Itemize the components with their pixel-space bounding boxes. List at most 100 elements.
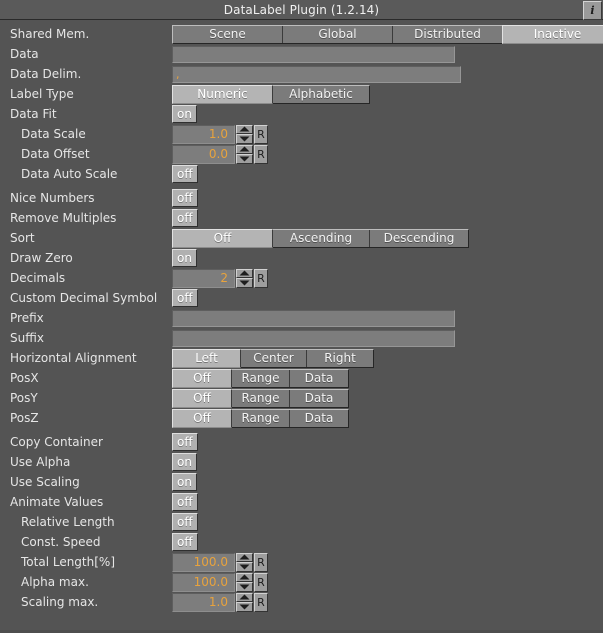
chevron-down-icon[interactable] bbox=[236, 278, 253, 288]
segmented-group-shared-mem: Scene Global Distributed Inactive bbox=[172, 24, 603, 44]
option-sort-off[interactable]: Off bbox=[172, 228, 273, 248]
chevron-down-icon[interactable] bbox=[236, 134, 253, 144]
spinner-value-scaling-max[interactable]: 1.0 bbox=[172, 592, 235, 612]
reset-button-decimals[interactable]: R bbox=[254, 268, 268, 288]
reset-button-data-scale[interactable]: R bbox=[254, 124, 268, 144]
option-sort-descending[interactable]: Descending bbox=[370, 229, 468, 247]
reset-button-data-offset[interactable]: R bbox=[254, 144, 268, 164]
spinner-data-offset: 0.0 R bbox=[172, 144, 268, 164]
option-posx-data[interactable]: Data bbox=[290, 369, 348, 387]
chevron-down-icon[interactable] bbox=[236, 582, 253, 592]
setting-control-decimals: 2R bbox=[172, 268, 268, 288]
setting-label-remove-multiples: Remove Multiples bbox=[10, 211, 117, 225]
setting-row-data: Data bbox=[0, 44, 603, 64]
toggle-copy-container[interactable]: off bbox=[172, 433, 198, 451]
setting-row-relative-length: Relative Length off bbox=[0, 512, 603, 532]
setting-control-custom-decimal-symbol: off bbox=[172, 289, 198, 307]
setting-label-horizontal-alignment: Horizontal Alignment bbox=[10, 351, 137, 365]
chevron-up-icon[interactable] bbox=[236, 144, 253, 154]
setting-control-nice-numbers: off bbox=[172, 189, 198, 207]
window-titlebar: DataLabel Plugin (1.2.14) i bbox=[0, 0, 603, 20]
setting-row-posz: PosZ Off Range Data bbox=[0, 408, 603, 428]
info-icon[interactable]: i bbox=[583, 1, 602, 20]
option-shared-mem-scene[interactable]: Scene bbox=[173, 25, 283, 43]
toggle-custom-decimal-symbol[interactable]: off bbox=[172, 289, 198, 307]
setting-control-const-speed: off bbox=[172, 533, 198, 551]
chevron-up-icon[interactable] bbox=[236, 124, 253, 134]
chevron-up-icon[interactable] bbox=[236, 552, 253, 562]
reset-button-total-length[interactable]: R bbox=[254, 552, 268, 572]
setting-control-relative-length: off bbox=[172, 513, 198, 531]
reset-button-alpha-max[interactable]: R bbox=[254, 572, 268, 592]
spinner-value-decimals[interactable]: 2 bbox=[172, 268, 235, 288]
setting-row-data-fit: Data Fit on bbox=[0, 104, 603, 124]
setting-row-label-type: Label Type Numeric Alphabetic bbox=[0, 84, 603, 104]
toggle-const-speed[interactable]: off bbox=[172, 533, 198, 551]
option-shared-mem-distributed[interactable]: Distributed bbox=[393, 25, 503, 43]
option-label-type-alphabetic[interactable]: Alphabetic bbox=[273, 85, 369, 103]
toggle-animate-values[interactable]: off bbox=[172, 493, 198, 511]
option-posy-off[interactable]: Off bbox=[172, 388, 232, 408]
setting-label-suffix: Suffix bbox=[10, 331, 44, 345]
setting-label-data-offset: Data Offset bbox=[21, 147, 90, 161]
spinner-arrows-data-offset bbox=[236, 144, 253, 164]
toggle-data-auto-scale[interactable]: off bbox=[172, 165, 198, 183]
option-posx-off[interactable]: Off bbox=[172, 368, 232, 388]
setting-row-alpha-max: Alpha max. 100.0 R bbox=[0, 572, 603, 592]
setting-control-data-fit: on bbox=[172, 105, 197, 123]
reset-button-scaling-max[interactable]: R bbox=[254, 592, 268, 612]
toggle-data-fit[interactable]: on bbox=[172, 105, 197, 123]
setting-control-data-auto-scale: off bbox=[172, 165, 198, 183]
setting-row-animate-values: Animate Values off bbox=[0, 492, 603, 512]
option-posz-data[interactable]: Data bbox=[290, 409, 348, 427]
setting-control-scaling-max: 1.0 R bbox=[172, 592, 268, 612]
option-shared-mem-global[interactable]: Global bbox=[283, 25, 393, 43]
plugin-settings-panel: Shared Mem. Scene Global Distributed Inactiv… bbox=[0, 20, 603, 630]
option-horizontal-alignment-center[interactable]: Center bbox=[241, 349, 307, 367]
setting-control-remove-multiples: off bbox=[172, 209, 198, 227]
option-sort-ascending[interactable]: Ascending bbox=[273, 229, 370, 247]
option-posy-range[interactable]: Range bbox=[232, 389, 290, 407]
text-input-suffix[interactable] bbox=[172, 329, 455, 347]
chevron-down-icon[interactable] bbox=[236, 562, 253, 572]
toggle-relative-length[interactable]: off bbox=[172, 513, 198, 531]
setting-row-posx: PosX Off Range Data bbox=[0, 368, 603, 388]
text-input-data[interactable] bbox=[172, 45, 455, 63]
toggle-use-alpha[interactable]: on bbox=[172, 453, 197, 471]
chevron-up-icon[interactable] bbox=[236, 572, 253, 582]
setting-control-data bbox=[172, 45, 455, 63]
segmented-group-posy: Off Range Data bbox=[172, 388, 349, 408]
setting-row-remove-multiples: Remove Multiples off bbox=[0, 208, 603, 228]
option-horizontal-alignment-left[interactable]: Left bbox=[172, 348, 241, 368]
setting-row-shared-mem: Shared Mem. Scene Global Distributed Inactiv… bbox=[0, 24, 603, 44]
chevron-up-icon[interactable] bbox=[236, 592, 253, 602]
text-input-data-delim[interactable]: , bbox=[172, 65, 461, 83]
text-input-prefix[interactable] bbox=[172, 309, 455, 327]
setting-label-data-auto-scale: Data Auto Scale bbox=[21, 167, 118, 181]
setting-row-const-speed: Const. Speed off bbox=[0, 532, 603, 552]
option-label-type-numeric[interactable]: Numeric bbox=[172, 84, 273, 104]
option-shared-mem-inactive[interactable]: Inactive bbox=[502, 24, 603, 44]
setting-control-shared-mem: Scene Global Distributed Inactive bbox=[172, 24, 603, 44]
spinner-value-total-length[interactable]: 100.0 bbox=[172, 552, 235, 572]
spinner-value-data-offset[interactable]: 0.0 bbox=[172, 144, 235, 164]
window-title: DataLabel Plugin (1.2.14) bbox=[223, 2, 380, 17]
toggle-nice-numbers[interactable]: off bbox=[172, 189, 198, 207]
toggle-draw-zero[interactable]: on bbox=[172, 249, 197, 267]
chevron-up-icon[interactable] bbox=[236, 268, 253, 278]
option-posy-data[interactable]: Data bbox=[290, 389, 348, 407]
spinner-decimals: 2R bbox=[172, 268, 268, 288]
spinner-data-scale: 1.0 R bbox=[172, 124, 268, 144]
setting-control-horizontal-alignment: Left Center Right bbox=[172, 348, 374, 368]
option-posz-off[interactable]: Off bbox=[172, 408, 232, 428]
chevron-down-icon[interactable] bbox=[236, 154, 253, 164]
spinner-value-data-scale[interactable]: 1.0 bbox=[172, 124, 235, 144]
option-horizontal-alignment-right[interactable]: Right bbox=[307, 349, 373, 367]
toggle-remove-multiples[interactable]: off bbox=[172, 209, 198, 227]
spinner-value-alpha-max[interactable]: 100.0 bbox=[172, 572, 235, 592]
chevron-down-icon[interactable] bbox=[236, 602, 253, 612]
option-posz-range[interactable]: Range bbox=[232, 409, 290, 427]
option-posx-range[interactable]: Range bbox=[232, 369, 290, 387]
setting-label-data-scale: Data Scale bbox=[21, 127, 86, 141]
toggle-use-scaling[interactable]: on bbox=[172, 473, 197, 491]
